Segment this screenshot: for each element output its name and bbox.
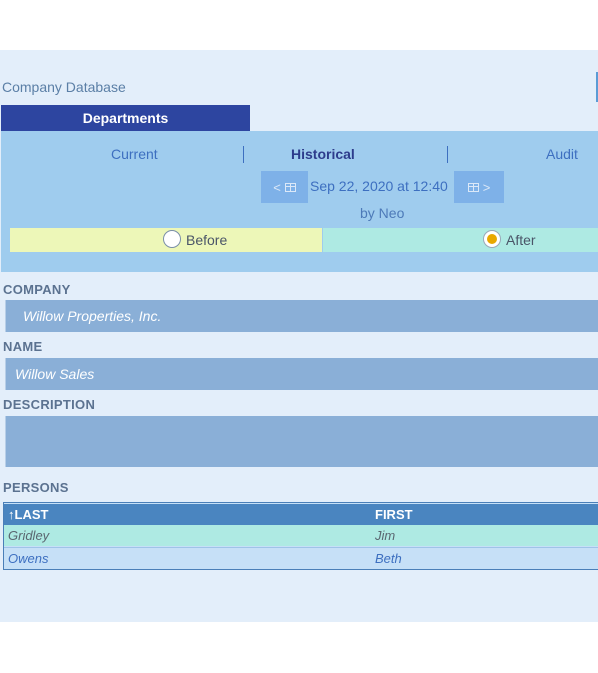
cell-last: Gridley bbox=[8, 528, 50, 543]
history-author: by Neo bbox=[360, 205, 405, 221]
persons-label: PERSONS bbox=[3, 480, 69, 495]
before-radio[interactable] bbox=[163, 230, 181, 248]
company-field[interactable]: Willow Properties, Inc. bbox=[5, 300, 598, 332]
next-version-button[interactable]: > bbox=[454, 171, 504, 203]
description-label: DESCRIPTION bbox=[3, 397, 96, 412]
name-value: Willow Sales bbox=[15, 366, 95, 382]
company-label: COMPANY bbox=[3, 282, 71, 297]
previous-version-button[interactable]: < bbox=[261, 171, 308, 203]
tab-departments[interactable]: Departments bbox=[1, 105, 250, 131]
description-field[interactable] bbox=[5, 416, 598, 467]
after-radio[interactable] bbox=[483, 230, 501, 248]
company-value: Willow Properties, Inc. bbox=[23, 308, 162, 324]
table-row[interactable]: Owens Beth bbox=[4, 547, 598, 569]
cell-last: Owens bbox=[8, 551, 49, 566]
name-field[interactable]: Willow Sales bbox=[5, 358, 598, 390]
table-header: ↑LAST FIRST bbox=[4, 504, 598, 525]
calendar-icon bbox=[284, 182, 296, 192]
tab-historical[interactable]: Historical bbox=[291, 146, 355, 162]
column-header-last[interactable]: ↑LAST bbox=[8, 507, 48, 522]
app-title: Company Database bbox=[2, 79, 126, 95]
cell-first: Beth bbox=[375, 551, 402, 566]
tab-divider bbox=[447, 146, 448, 163]
prev-arrow: < bbox=[273, 179, 281, 195]
tab-audit[interactable]: Audit bbox=[546, 146, 578, 162]
after-option[interactable] bbox=[323, 228, 598, 252]
calendar-icon bbox=[467, 182, 479, 192]
tab-current[interactable]: Current bbox=[111, 146, 158, 162]
name-label: NAME bbox=[3, 339, 43, 354]
after-label: After bbox=[506, 232, 536, 248]
column-header-first[interactable]: FIRST bbox=[375, 507, 413, 522]
cell-first: Jim bbox=[375, 528, 396, 543]
tab-divider bbox=[243, 146, 244, 163]
next-arrow: > bbox=[482, 179, 491, 195]
persons-table: ↑LAST FIRST Gridley Jim Owens Beth bbox=[3, 502, 598, 570]
before-label: Before bbox=[186, 232, 228, 248]
tab-departments-label: Departments bbox=[82, 110, 169, 126]
history-date: Sep 22, 2020 at 12:40 bbox=[310, 178, 448, 194]
table-row[interactable]: Gridley Jim bbox=[4, 525, 598, 546]
